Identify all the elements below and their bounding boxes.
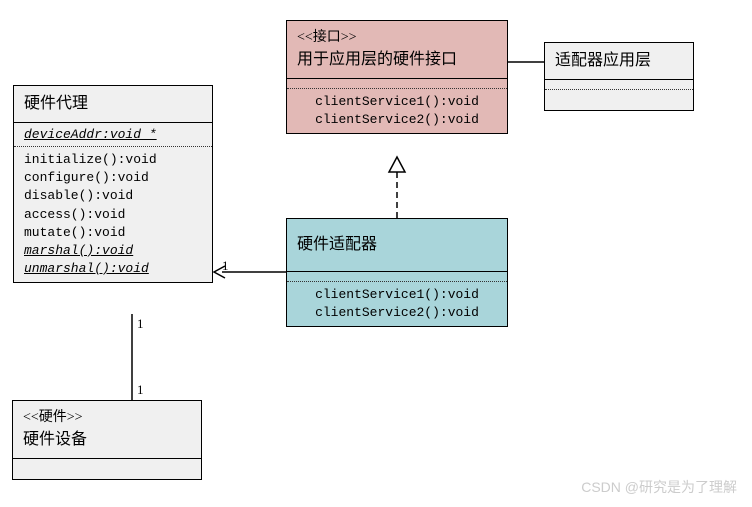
title-text: 用于应用层的硬件接口: [297, 48, 497, 72]
watermark: CSDN @研究是为了理解: [581, 477, 737, 497]
class-hardware-proxy: 硬件代理 deviceAddr:void * initialize():void…: [13, 85, 213, 283]
op-client-service-1: clientService1():void: [297, 286, 497, 304]
stereotype: <<接口>>: [297, 27, 497, 48]
class-hardware-device: <<硬件>> 硬件设备: [12, 400, 202, 480]
stereotype: <<硬件>>: [23, 407, 191, 428]
class-title: 硬件代理: [14, 86, 212, 123]
class-attributes-empty: [287, 79, 507, 89]
op-unmarshal: unmarshal():void: [24, 260, 202, 278]
class-attributes-empty: [545, 80, 693, 90]
class-hardware-adapter: 硬件适配器 clientService1():void clientServic…: [286, 218, 508, 327]
class-title: 适配器应用层: [545, 43, 693, 80]
multiplicity-proxy-device-top: 1: [137, 316, 144, 332]
class-title: <<接口>> 用于应用层的硬件接口: [287, 21, 507, 79]
op-initialize: initialize():void: [24, 151, 202, 169]
class-attributes: deviceAddr:void *: [14, 123, 212, 147]
class-adapter-app-layer: 适配器应用层: [544, 42, 694, 111]
multiplicity-proxy-device-bottom: 1: [137, 382, 144, 398]
op-mutate: mutate():void: [24, 224, 202, 242]
class-hardware-interface: <<接口>> 用于应用层的硬件接口 clientService1():void …: [286, 20, 508, 134]
class-operations: clientService1():void clientService2():v…: [287, 282, 507, 326]
class-operations: clientService1():void clientService2():v…: [287, 89, 507, 133]
op-client-service-2: clientService2():void: [297, 111, 497, 129]
title-text: 硬件设备: [23, 428, 191, 452]
multiplicity-adapter-proxy: 1: [222, 258, 229, 274]
class-operations-empty: [545, 90, 693, 110]
class-operations: initialize():void configure():void disab…: [14, 147, 212, 282]
class-title: <<硬件>> 硬件设备: [13, 401, 201, 459]
op-marshal: marshal():void: [24, 242, 202, 260]
op-access: access():void: [24, 206, 202, 224]
attr-device-addr: deviceAddr:void *: [24, 127, 202, 142]
class-body-empty: [13, 459, 201, 479]
op-disable: disable():void: [24, 187, 202, 205]
op-client-service-1: clientService1():void: [297, 93, 497, 111]
op-configure: configure():void: [24, 169, 202, 187]
op-client-service-2: clientService2():void: [297, 304, 497, 322]
class-title: 硬件适配器: [287, 219, 507, 272]
class-attributes-empty: [287, 272, 507, 282]
